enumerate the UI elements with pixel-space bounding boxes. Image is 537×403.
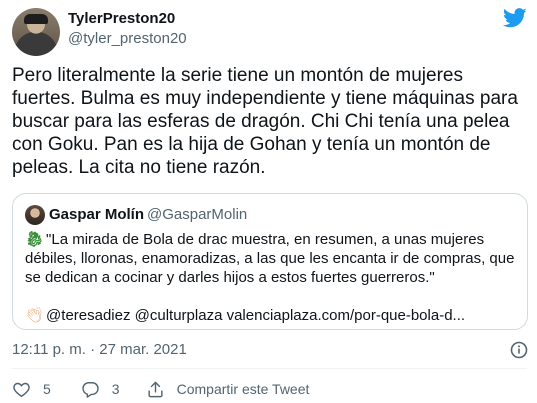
dragon-emoji-icon: 🐉︎ (25, 231, 45, 248)
author-avatar[interactable] (12, 8, 60, 56)
quoted-tweet-body: 🐉︎ "La mirada de Bola de drac muestra, en… (25, 230, 519, 325)
share-label: Compartir este Tweet (176, 381, 310, 397)
quoted-author-avatar (25, 205, 45, 225)
reply-button[interactable]: 3 (81, 380, 120, 399)
info-icon[interactable] (510, 341, 528, 359)
share-button[interactable]: Compartir este Tweet (146, 380, 310, 399)
divider (12, 368, 527, 369)
tweet-card: TylerPreston20 @tyler_preston20 Pero lit… (0, 0, 537, 403)
quoted-author-handle: @GasparMolin (147, 206, 248, 223)
heart-icon (13, 382, 30, 397)
author-handle[interactable]: @tyler_preston20 (68, 30, 187, 47)
reply-count: 3 (111, 381, 120, 397)
quoted-author-name: Gaspar Molín (49, 206, 145, 223)
like-count: 5 (43, 381, 51, 397)
twitter-bird-icon[interactable] (503, 8, 527, 28)
avatar-hat-shape (24, 14, 48, 24)
quoted-tweet-footer: @teresadiez @culturplaza valenciaplaza.c… (46, 307, 466, 324)
quoted-tweet-text: "La mirada de Bola de drac muestra, en r… (25, 231, 515, 286)
tweet-timestamp[interactable]: 12:11 p. m. · 27 mar. 2021 (12, 341, 187, 358)
tweet-actions: 5 3 Compartir este Tweet (12, 378, 309, 400)
share-icon (148, 381, 163, 397)
reply-icon (82, 381, 99, 398)
clapping-hands-emoji-icon: 👏︎ (25, 307, 45, 324)
tweet-text: Pero literalmente la serie tiene un mont… (12, 65, 518, 178)
like-button[interactable]: 5 (12, 380, 51, 399)
quoted-tweet[interactable]: Gaspar Molín @GasparMolin 🐉︎ "La mirada d… (12, 193, 528, 330)
author-display-name[interactable]: TylerPreston20 (68, 10, 175, 27)
quoted-spacer (25, 287, 519, 306)
